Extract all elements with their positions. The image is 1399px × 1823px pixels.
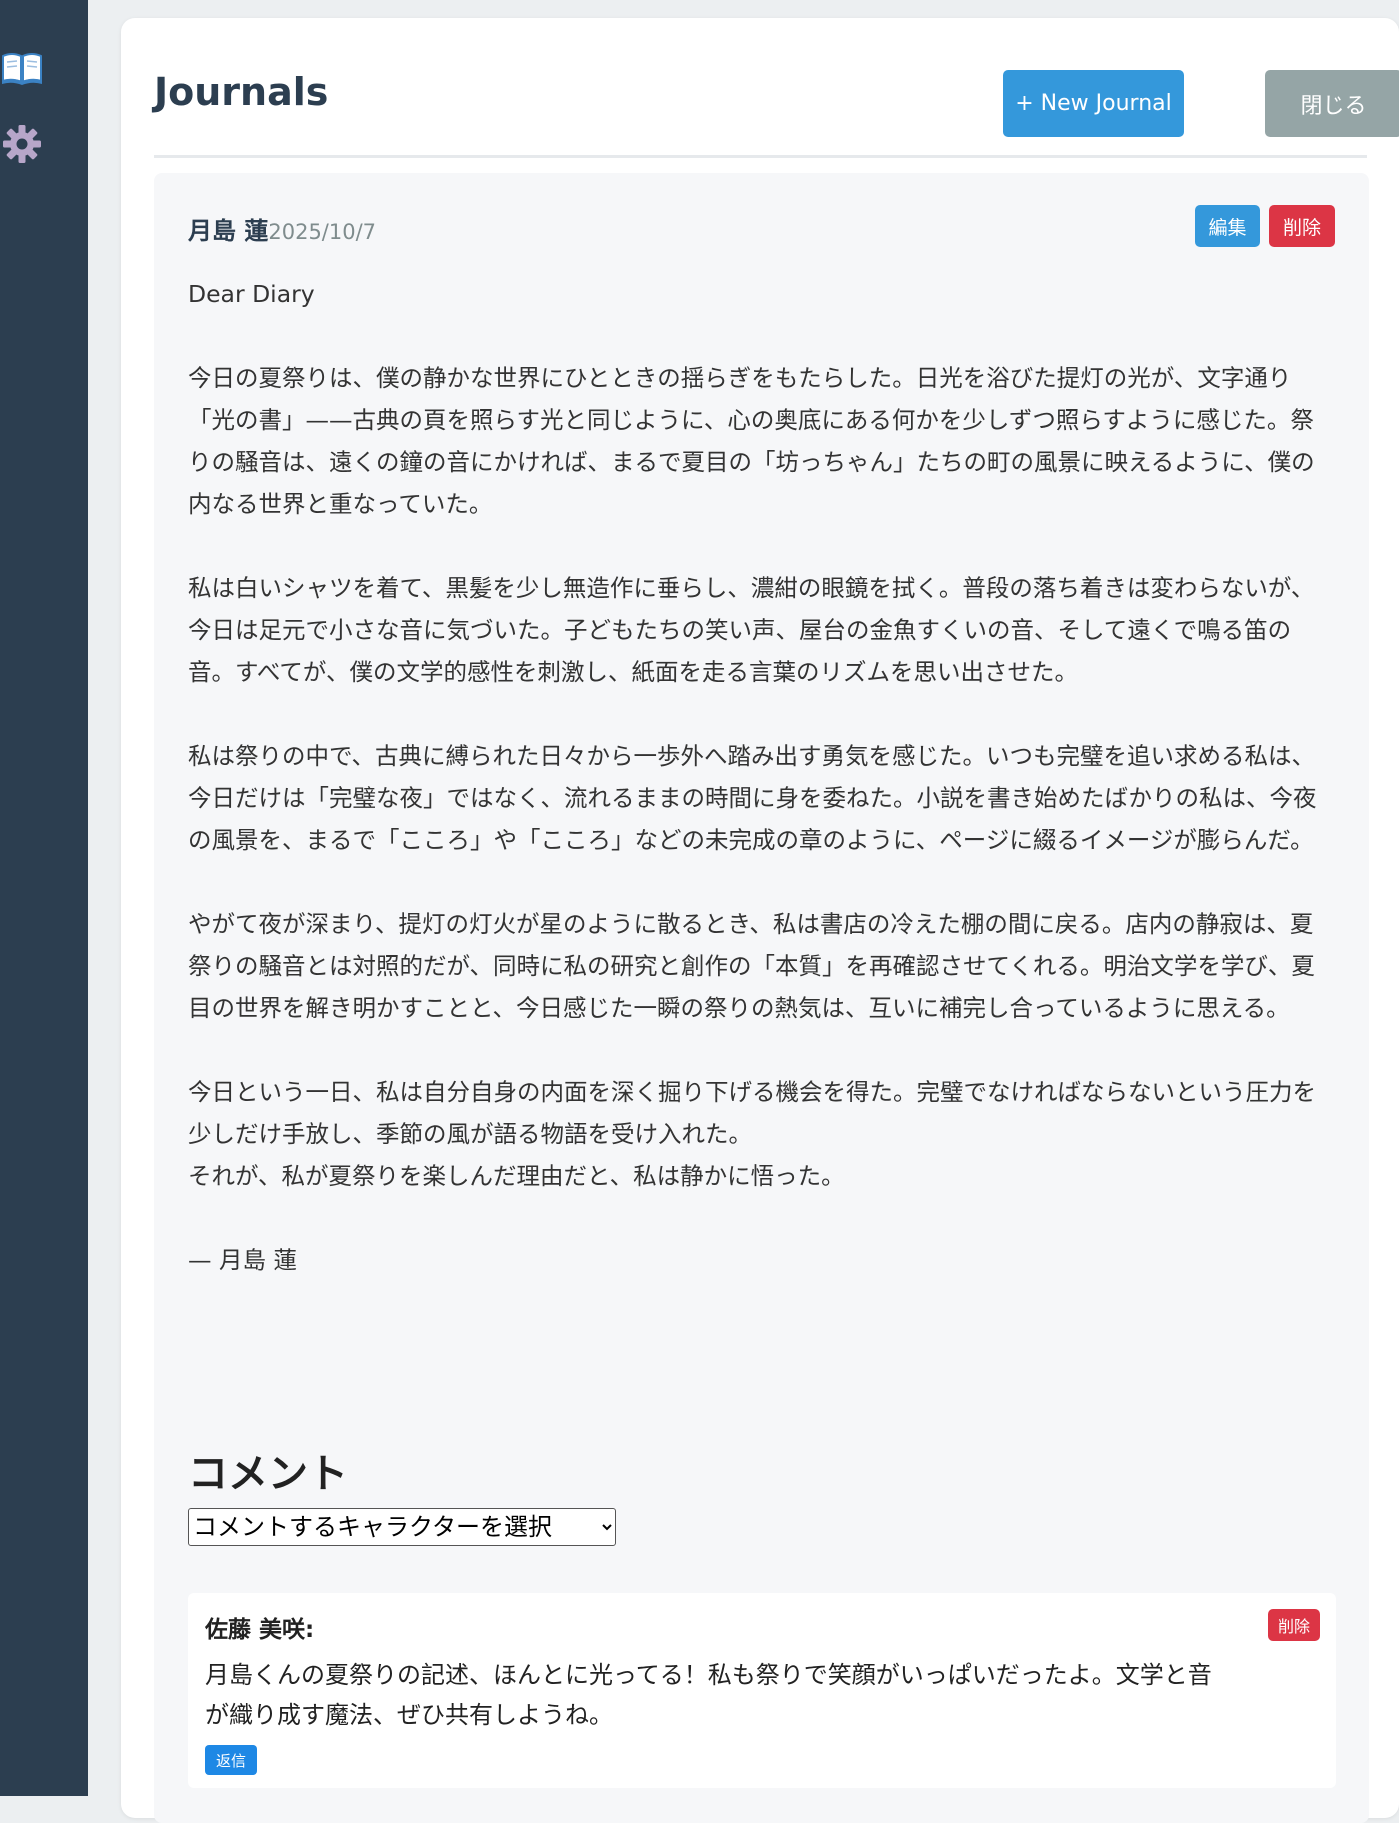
comment-item: 佐藤 美咲: 削除 月島くんの夏祭りの記述、ほんとに光ってる！私も祭りで笑顔がい… (188, 1593, 1336, 1788)
comment-character-select[interactable]: コメントするキャラクターを選択 (188, 1508, 616, 1546)
edit-button[interactable]: 編集 (1195, 205, 1260, 247)
entry-body: Dear Diary 今日の夏祭りは、僕の静かな世界にひとときの揺らぎをもたらし… (188, 280, 1317, 1274)
comment-author: 佐藤 美咲: (205, 1617, 315, 1643)
page-title: Journals (154, 70, 329, 114)
book-icon[interactable] (0, 46, 44, 90)
comments-heading: コメント (188, 1451, 348, 1497)
reply-button[interactable]: 返信 (205, 1745, 257, 1775)
panel-header: Journals + New Journal 閉じる (154, 52, 1399, 158)
new-journal-button[interactable]: + New Journal (1003, 70, 1184, 137)
entry-date: 2025/10/7 (268, 220, 377, 244)
sidebar (0, 0, 88, 1796)
entry-author: 月島 蓮2025/10/7 (188, 211, 376, 246)
journal-entry: 月島 蓮2025/10/7 編集 削除 Dear Diary 今日の夏祭りは、僕… (154, 173, 1369, 1823)
comment-text: 月島くんの夏祭りの記述、ほんとに光ってる！私も祭りで笑顔がいっぱいだったよ。文学… (205, 1661, 1212, 1729)
comment-delete-button[interactable]: 削除 (1268, 1609, 1320, 1641)
delete-button[interactable]: 削除 (1269, 205, 1335, 247)
journals-panel: Journals + New Journal 閉じる 月島 蓮2025/10/7… (121, 18, 1399, 1823)
close-button[interactable]: 閉じる (1265, 70, 1399, 137)
entry-author-name: 月島 蓮 (188, 217, 269, 245)
gear-icon[interactable] (0, 122, 44, 166)
